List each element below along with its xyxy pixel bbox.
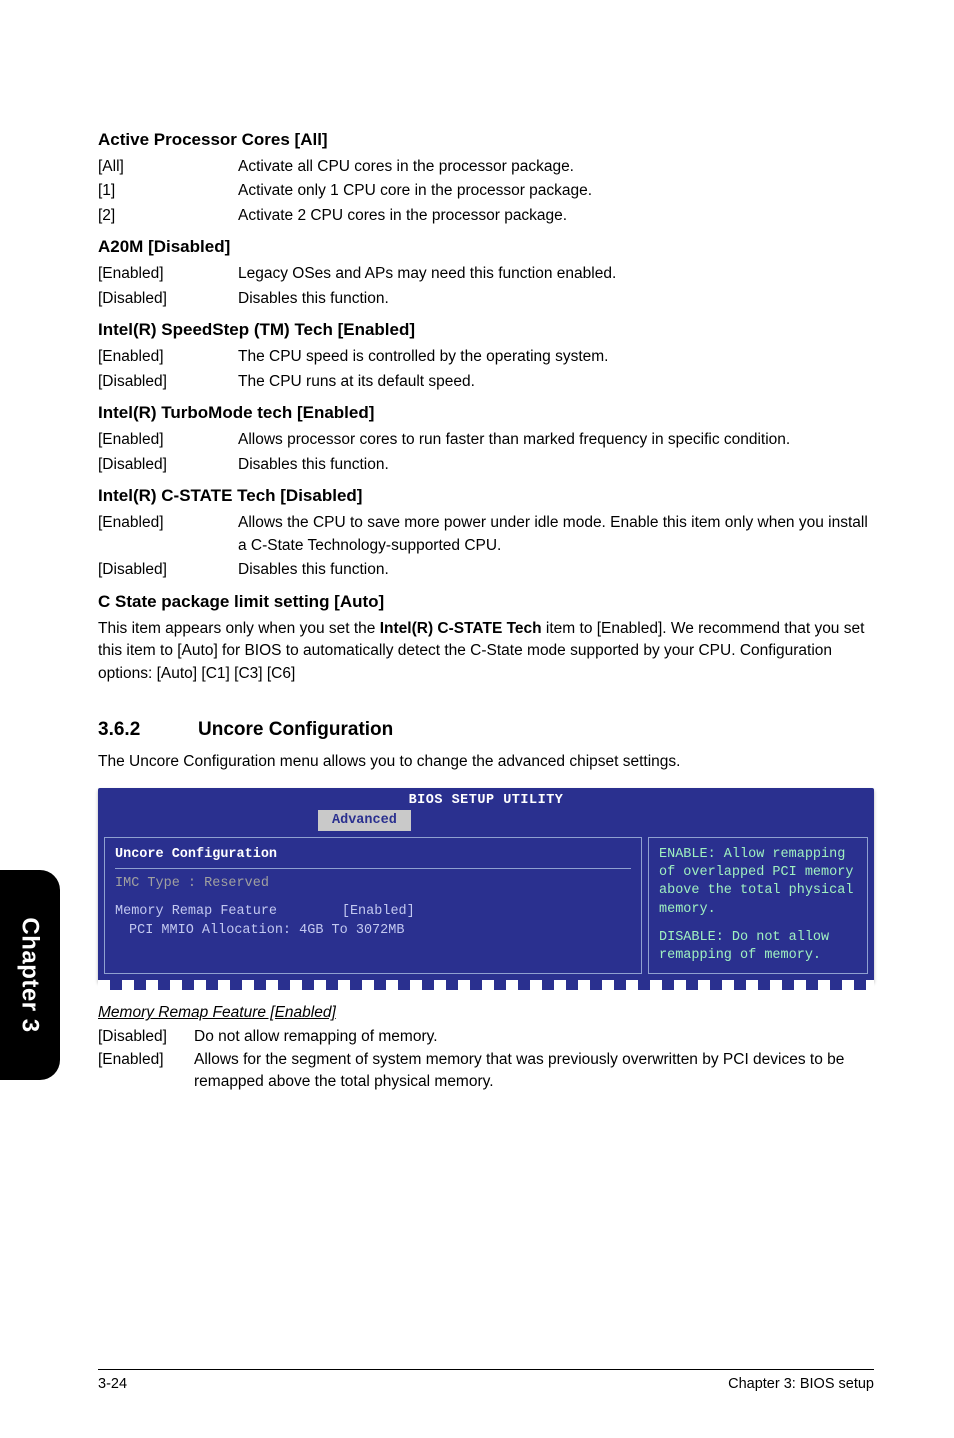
bios-cut-edge [98,980,874,990]
section-intro: The Uncore Configuration menu allows you… [98,751,874,773]
bios-imc-line: IMC Type : Reserved [115,875,631,893]
option-row: [Enabled]Allows for the segment of syste… [98,1049,874,1094]
section-number: 3.6.2 [98,719,198,741]
option-key: [1] [98,180,238,202]
footer-chapter: Chapter 3: BIOS setup [728,1376,874,1392]
text-part-bold: Intel(R) C-STATE Tech [380,620,542,637]
bios-mrf-label: Memory Remap Feature [115,904,277,919]
option-val: Activate 2 CPU cores in the processor pa… [238,205,874,227]
option-key: [Enabled] [98,346,238,368]
bios-help-text: DISABLE: Do not allow remapping of memor… [659,929,857,965]
option-row: [Disabled]Disables this function. [98,454,874,476]
heading-active-cores: Active Processor Cores [All] [98,130,874,150]
bios-help-pane: ENABLE: Allow remapping of overlapped PC… [648,837,868,974]
option-val: The CPU runs at its default speed. [238,371,874,393]
option-row: [2]Activate 2 CPU cores in the processor… [98,205,874,227]
bios-left-pane: Uncore Configuration IMC Type : Reserved… [104,837,642,974]
option-val: Allows processor cores to run faster tha… [238,429,874,451]
option-row: [Disabled]Do not allow remapping of memo… [98,1026,874,1048]
option-key: [Enabled] [98,512,238,557]
option-val: Activate only 1 CPU core in the processo… [238,180,874,202]
option-val: The CPU speed is controlled by the opera… [238,346,874,368]
bios-tab-advanced: Advanced [318,810,411,831]
bios-mrf-row: Memory Remap Feature [Enabled] [115,903,631,921]
option-row: [All]Activate all CPU cores in the proce… [98,156,874,178]
option-row: [1]Activate only 1 CPU core in the proce… [98,180,874,202]
page-content: Active Processor Cores [All] [All]Activa… [0,0,954,1094]
chapter-tab: Chapter 3 [0,870,60,1080]
bios-pci-line: PCI MMIO Allocation: 4GB To 3072MB [115,922,631,940]
text-part: This item appears only when you set the [98,620,380,637]
option-key: [Disabled] [98,288,238,310]
page-footer: 3-24 Chapter 3: BIOS setup [98,1369,874,1392]
page-number: 3-24 [98,1376,127,1392]
option-key: [Enabled] [98,1049,194,1094]
option-key: [Enabled] [98,263,238,285]
option-val: Disables this function. [238,454,874,476]
bios-screenshot: BIOS SETUP UTILITY Advanced Uncore Confi… [98,788,874,983]
section-title: Uncore Configuration [198,719,393,740]
option-key: [Disabled] [98,454,238,476]
option-key: [All] [98,156,238,178]
option-key: [2] [98,205,238,227]
chapter-tab-label: Chapter 3 [16,917,44,1032]
option-row: [Enabled]Allows processor cores to run f… [98,429,874,451]
option-val: Activate all CPU cores in the processor … [238,156,874,178]
heading-speedstep: Intel(R) SpeedStep (TM) Tech [Enabled] [98,320,874,340]
bios-help-text: ENABLE: Allow remapping of overlapped PC… [659,846,857,919]
option-row: [Disabled]Disables this function. [98,559,874,581]
option-val: Allows for the segment of system memory … [194,1049,874,1094]
option-val: Disables this function. [238,559,874,581]
option-key: [Disabled] [98,371,238,393]
bios-pane-header: Uncore Configuration [115,846,631,869]
option-row: [Enabled]The CPU speed is controlled by … [98,346,874,368]
option-val: Disables this function. [238,288,874,310]
bios-mrf-value: [Enabled] [342,904,415,919]
option-key: [Enabled] [98,429,238,451]
option-row: [Disabled]Disables this function. [98,288,874,310]
option-key: [Disabled] [98,1026,194,1048]
section-heading: 3.6.2Uncore Configuration [98,719,874,741]
heading-turbomode: Intel(R) TurboMode tech [Enabled] [98,403,874,423]
option-key: [Disabled] [98,559,238,581]
option-row: [Disabled]The CPU runs at its default sp… [98,371,874,393]
heading-cstate: Intel(R) C-STATE Tech [Disabled] [98,486,874,506]
heading-cstate-limit: C State package limit setting [Auto] [98,592,874,612]
option-row: [Enabled]Legacy OSes and APs may need th… [98,263,874,285]
bios-title: BIOS SETUP UTILITY [98,788,874,810]
option-val: Allows the CPU to save more power under … [238,512,874,557]
heading-a20m: A20M [Disabled] [98,237,874,257]
option-row: [Enabled]Allows the CPU to save more pow… [98,512,874,557]
subheading-mrf: Memory Remap Feature [Enabled] [98,1004,874,1022]
paragraph-cstate-limit: This item appears only when you set the … [98,618,874,685]
option-val: Legacy OSes and APs may need this functi… [238,263,874,285]
option-val: Do not allow remapping of memory. [194,1026,874,1048]
